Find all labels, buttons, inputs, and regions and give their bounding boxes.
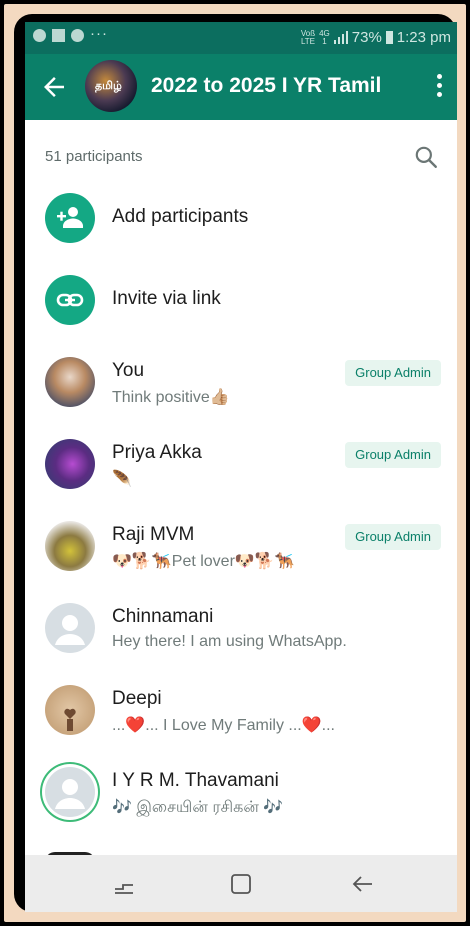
network-indicator: 4G 1 (319, 29, 330, 46)
member-row[interactable]: Deepi ...❤️... I Love My Family ...❤️... (25, 670, 457, 752)
status-bar: ··· Voß LTE 4G 1 73% 1:23 pm (25, 22, 457, 54)
avatar (45, 603, 95, 653)
notification-icons: ··· (33, 25, 108, 42)
default-person-icon (55, 779, 85, 809)
network-sub-text: 1 (322, 36, 327, 46)
recent-apps-icon[interactable] (111, 871, 137, 897)
group-title[interactable]: 2022 to 2025 I YR Tamil (151, 74, 381, 98)
invite-via-link-label: Invite via link (112, 288, 221, 309)
add-person-icon (57, 207, 83, 228)
home-icon[interactable] (228, 871, 254, 897)
member-row[interactable]: Raji MVM 🐶🐕🐕‍🦺Pet lover🐶🐕🐕‍🦺 Group Admin (25, 506, 457, 588)
member-name: You (112, 360, 145, 381)
member-row[interactable]: I Y R M. Thavamani 🎶 இசையின் ரசிகன் 🎶 (25, 752, 457, 834)
search-icon[interactable] (413, 144, 439, 170)
signal-icon (333, 31, 348, 44)
member-name: Priya Akka (112, 442, 202, 463)
member-name: I Y R M. Thavamani (112, 770, 279, 791)
member-row[interactable]: You Think positive👍🏼 Group Admin (25, 342, 457, 424)
battery-percent: 73% (351, 29, 382, 46)
add-participant-circle (45, 193, 95, 243)
battery-icon (385, 31, 393, 44)
member-name: Chinnamani (112, 606, 214, 627)
gallery-icon (52, 29, 65, 42)
member-status: 🐶🐕🐕‍🦺Pet lover🐶🐕🐕‍🦺 (112, 553, 295, 570)
member-name: Raji MVM (112, 524, 195, 545)
group-avatar[interactable]: தமிழ் (85, 60, 137, 112)
more-options-icon[interactable] (435, 74, 443, 100)
group-admin-badge: Group Admin (345, 442, 441, 468)
avatar (45, 439, 95, 489)
group-avatar-text: தமிழ் (95, 80, 122, 92)
heart-hand-icon (64, 708, 76, 731)
participants-count: 51 participants (45, 148, 143, 165)
member-status: ...❤️... I Love My Family ...❤️... (112, 717, 335, 734)
back-nav-icon[interactable] (350, 871, 376, 897)
member-status: 🎶 இசையின் ரசிகன் 🎶 (112, 799, 284, 816)
member-status: Think positive👍🏼 (112, 389, 230, 406)
participants-panel: 51 participants Add participants Invite … (25, 120, 457, 862)
system-indicators: Voß LTE 4G 1 73% 1:23 pm (301, 29, 451, 46)
add-participants-button[interactable]: Add participants (25, 178, 457, 258)
member-status: 🪶 (112, 471, 132, 488)
invite-link-circle (45, 275, 95, 325)
sync-icon (33, 29, 46, 42)
volte-indicator: Voß LTE (300, 29, 316, 46)
app-bar: தமிழ் 2022 to 2025 I YR Tamil (25, 54, 457, 120)
group-admin-badge: Group Admin (345, 360, 441, 386)
clock: 1:23 pm (396, 29, 451, 46)
member-row[interactable]: Priya Akka 🪶 Group Admin (25, 424, 457, 506)
member-status: Hey there! I am using WhatsApp. (112, 633, 347, 650)
link-icon (56, 293, 84, 307)
back-arrow-icon[interactable] (39, 72, 69, 102)
group-admin-badge: Group Admin (345, 524, 441, 550)
invite-via-link-button[interactable]: Invite via link (25, 260, 457, 340)
screen: ··· Voß LTE 4G 1 73% 1:23 pm தமிழ் 2022 … (25, 22, 457, 912)
member-name: Deepi (112, 688, 162, 709)
more-notifications-icon: ··· (90, 25, 108, 42)
carrier-bottom-text: LTE (300, 36, 316, 46)
default-person-icon (55, 615, 85, 645)
avatar (45, 767, 95, 817)
add-participants-label: Add participants (112, 206, 249, 227)
avatar (45, 357, 95, 407)
avatar (45, 685, 95, 735)
member-row[interactable]: Chinnamani Hey there! I am using WhatsAp… (25, 588, 457, 670)
avatar (45, 521, 95, 571)
system-nav-bar (25, 855, 457, 912)
notification-icon (71, 29, 84, 42)
